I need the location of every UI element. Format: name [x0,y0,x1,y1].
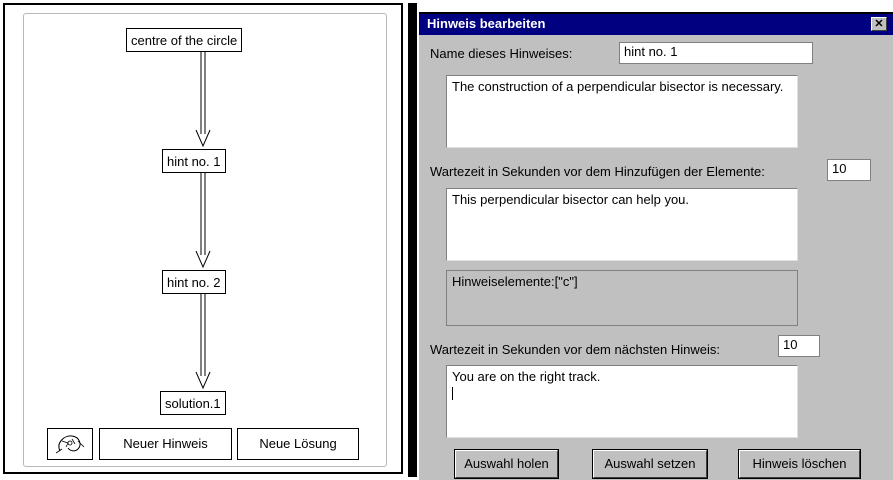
new-hint-button[interactable]: Neuer Hinweis [99,428,232,460]
close-button[interactable]: ✕ [871,17,887,31]
hint-elements-info: Hinweiselemente:["c"] [446,270,798,326]
wait-add-input[interactable]: 10 [827,159,871,181]
close-icon: ✕ [874,18,884,30]
new-solution-button[interactable]: Neue Lösung [237,428,359,460]
tree-arrow [195,294,211,390]
wait-add-label: Wartezeit in Sekunden vor dem Hinzufügen… [430,164,765,179]
wait-next-label: Wartezeit in Sekunden vor dem nächsten H… [430,342,720,357]
tree-arrow [195,173,211,269]
hint-name-label: Name dieses Hinweises: [430,46,573,61]
fetch-selection-button[interactable]: Auswahl holen [454,449,559,479]
dialog-title: Hinweis bearbeiten [427,16,546,31]
panel-divider [408,3,417,477]
tree-node-hint-2[interactable]: hint no. 2 [162,270,226,294]
editor-logo-button[interactable] [47,428,93,460]
editor-logo-icon [49,430,91,458]
hint-name-input[interactable]: hint no. 1 [619,42,813,64]
tree-node-solution[interactable]: solution.1 [160,391,226,415]
tree-arrow [195,52,211,148]
delete-hint-button[interactable]: Hinweis löschen [738,449,861,479]
feedback-text-area[interactable]: You are on the right track. [446,365,798,438]
wait-next-input[interactable]: 10 [778,335,820,357]
tree-node-hint-1[interactable]: hint no. 1 [162,149,226,173]
edit-hint-dialog: Hinweis bearbeiten ✕ Name dieses Hinweis… [419,12,893,480]
tree-node-goal[interactable]: centre of the circle [126,28,243,52]
set-selection-button[interactable]: Auswahl setzen [592,449,708,479]
dialog-titlebar[interactable]: Hinweis bearbeiten ✕ [419,14,893,35]
hint-text-area[interactable]: The construction of a perpendicular bise… [446,75,798,148]
feedback-text: You are on the right track. [452,369,601,384]
text-cursor [452,387,453,400]
element-text-area[interactable]: This perpendicular bisector can help you… [446,188,798,261]
